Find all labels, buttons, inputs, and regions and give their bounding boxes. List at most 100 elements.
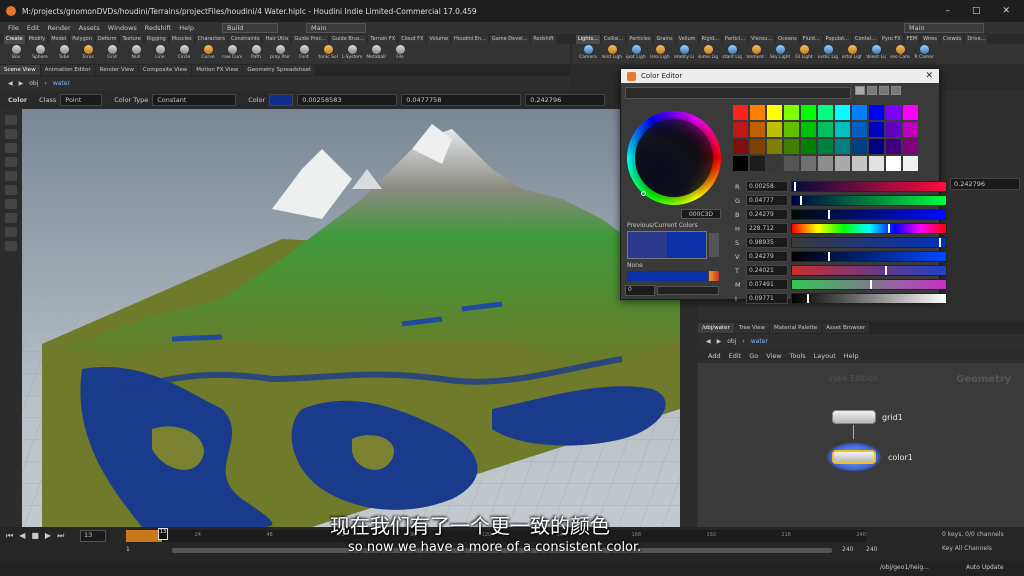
- shelf-tab-right[interactable]: Grains: [654, 34, 675, 44]
- color-swatch[interactable]: [767, 105, 782, 120]
- color-swatch[interactable]: [835, 122, 850, 137]
- snap-tool-icon[interactable]: [5, 213, 17, 223]
- shelf-tab-left[interactable]: Guide Proc...: [292, 34, 329, 44]
- slider-knob[interactable]: [870, 280, 872, 289]
- slider-knob[interactable]: [828, 210, 830, 219]
- previous-current-swatch[interactable]: [627, 231, 707, 259]
- color-swatch[interactable]: [767, 156, 782, 171]
- net-menu-go[interactable]: Go: [749, 352, 758, 360]
- shelf-tab-left[interactable]: Redshift: [531, 34, 556, 44]
- shelf-tool-left[interactable]: Torus: [78, 44, 98, 60]
- shelf-tool-left[interactable]: Line: [150, 44, 170, 60]
- eyedropper-icon[interactable]: [709, 233, 719, 257]
- step-back-icon[interactable]: ◀: [19, 531, 25, 541]
- view-tool-icon[interactable]: [5, 199, 17, 209]
- maximize-icon[interactable]: □: [972, 6, 981, 16]
- shelf-tool-right[interactable]: VR Camera: [914, 44, 934, 60]
- color-swatch[interactable]: [886, 156, 901, 171]
- slider-value-field[interactable]: 0.07491: [746, 279, 788, 290]
- color-swatch[interactable]: [886, 122, 901, 137]
- shelf-tab-left[interactable]: Model: [49, 34, 69, 44]
- net-forward-icon[interactable]: ▶: [717, 338, 722, 345]
- tab-tree-view[interactable]: Tree View: [734, 323, 770, 333]
- slider-value-field[interactable]: 228.712: [746, 223, 788, 234]
- path-node[interactable]: water: [53, 80, 70, 87]
- color-slider[interactable]: [791, 209, 947, 220]
- color-swatch[interactable]: [852, 105, 867, 120]
- tab-network[interactable]: /obj/water: [698, 323, 734, 333]
- color-swatch[interactable]: [903, 156, 918, 171]
- back-icon[interactable]: ◀: [8, 80, 13, 87]
- shelf-tab-left[interactable]: Muscles: [169, 34, 194, 44]
- previous-color[interactable]: [628, 232, 667, 258]
- shelf-tab-right[interactable]: Contai...: [852, 34, 878, 44]
- view-swatch-icon[interactable]: [879, 86, 889, 95]
- color-swatch[interactable]: [801, 139, 816, 154]
- menu-render[interactable]: Render: [47, 24, 70, 32]
- net-menu-add[interactable]: Add: [708, 352, 721, 360]
- menu-edit[interactable]: Edit: [27, 24, 40, 32]
- shelf-tool-left[interactable]: Draw Curve: [222, 44, 242, 60]
- color-swatch[interactable]: [733, 105, 748, 120]
- color-type-dropdown[interactable]: Constant: [152, 94, 237, 106]
- view-slider-icon[interactable]: [891, 86, 901, 95]
- color-swatch[interactable]: [818, 122, 833, 137]
- alpha-field[interactable]: 0: [625, 285, 655, 296]
- net-menu-layout[interactable]: Layout: [814, 352, 836, 360]
- slider-value-field[interactable]: 0.09771: [746, 293, 788, 304]
- pane-tab[interactable]: Scene View: [0, 65, 40, 75]
- color1-node-box[interactable]: [832, 450, 876, 464]
- range-end[interactable]: 240: [842, 546, 853, 553]
- color1-node[interactable]: color1: [826, 442, 913, 472]
- current-frame-field[interactable]: 13: [80, 530, 106, 542]
- shelf-tool-right[interactable]: Distant Light: [722, 44, 742, 60]
- color-swatch[interactable]: [801, 105, 816, 120]
- color-swatch[interactable]: [733, 156, 748, 171]
- view-list-icon[interactable]: [867, 86, 877, 95]
- shelf-tab-left[interactable]: Characters: [195, 34, 227, 44]
- none-swatch[interactable]: [627, 271, 707, 281]
- color-swatch[interactable]: [835, 156, 850, 171]
- shelf-tool-left[interactable]: Circle: [174, 44, 194, 60]
- color-swatch[interactable]: [801, 156, 816, 171]
- close-icon[interactable]: ✕: [1002, 6, 1010, 16]
- shelf-tab-left[interactable]: Cloud FX: [399, 34, 426, 44]
- shelf-tool-left[interactable]: File: [390, 44, 410, 60]
- shelf-tab-left[interactable]: Modify: [26, 34, 48, 44]
- menu-redshift[interactable]: Redshift: [145, 24, 171, 32]
- color-swatch[interactable]: [835, 105, 850, 120]
- pose-tool-icon[interactable]: [5, 185, 17, 195]
- color-r-field[interactable]: 0.00258583: [297, 94, 398, 106]
- shelf-tool-right[interactable]: Area Light: [650, 44, 670, 60]
- color-swatch[interactable]: [784, 122, 799, 137]
- slider-value-field[interactable]: 0.98935: [746, 237, 788, 248]
- color-swatch[interactable]: [886, 105, 901, 120]
- net-menu-help[interactable]: Help: [844, 352, 859, 360]
- shelf-tool-left[interactable]: L-System: [342, 44, 362, 60]
- net-path-node[interactable]: water: [751, 338, 768, 345]
- shelf-tab-left[interactable]: Create: [4, 34, 25, 44]
- shelf-tool-left[interactable]: Null: [126, 44, 146, 60]
- shelf-tab-right[interactable]: Drive...: [965, 34, 988, 44]
- color-swatch[interactable]: [818, 139, 833, 154]
- shelf-tab-left[interactable]: Houdini En...: [452, 34, 488, 44]
- pane-tab[interactable]: Motion FX View: [192, 65, 243, 75]
- path-obj[interactable]: obj: [29, 80, 38, 87]
- shelf-tool-right[interactable]: Portal Light: [842, 44, 862, 60]
- select-tool-icon[interactable]: [5, 115, 17, 125]
- color-swatch[interactable]: [784, 105, 799, 120]
- shelf-tool-right[interactable]: Sky Light: [770, 44, 790, 60]
- shelf-tool-left[interactable]: Spray Paint: [270, 44, 290, 60]
- color-editor-close-icon[interactable]: ✕: [925, 71, 939, 81]
- color-slider[interactable]: [791, 181, 947, 192]
- auto-update-button[interactable]: Auto Update: [966, 564, 1004, 571]
- range-end-2[interactable]: 240: [866, 546, 877, 553]
- shelf-tool-right[interactable]: Stereo Camera: [890, 44, 910, 60]
- shelf-tab-right[interactable]: Viscou...: [749, 34, 775, 44]
- 3d-viewport[interactable]: [22, 109, 680, 527]
- hex-field[interactable]: 000C3D: [681, 209, 721, 219]
- slider-value-field[interactable]: 0.00258: [746, 181, 788, 192]
- shelf-tab-left[interactable]: Constraints: [228, 34, 262, 44]
- rotate-tool-icon[interactable]: [5, 143, 17, 153]
- play-icon[interactable]: ▶: [45, 531, 51, 541]
